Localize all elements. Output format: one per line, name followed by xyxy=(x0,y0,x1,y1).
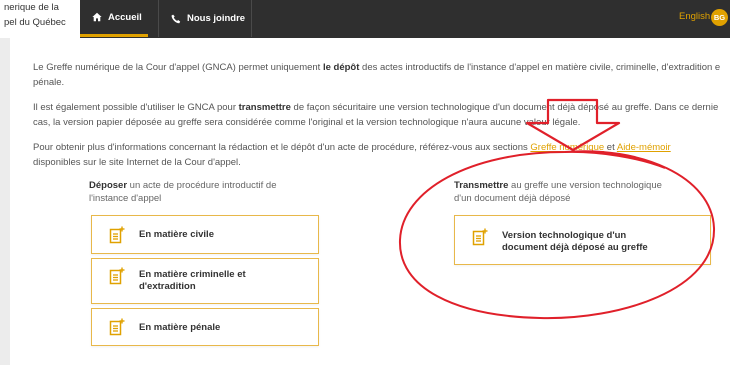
criminal-extradition-button[interactable]: En matière criminelle et d'extradition xyxy=(91,258,319,304)
language-toggle-link[interactable]: English xyxy=(679,11,710,22)
logo-text-line1: nerique de la xyxy=(4,2,59,13)
button-label: En matière pénale xyxy=(139,322,221,333)
logo-text-line2: pel du Québec xyxy=(4,17,66,28)
home-icon xyxy=(92,12,102,22)
penal-matter-button[interactable]: En matière pénale xyxy=(91,308,319,346)
transmit-paragraph: Il est également possible d'utiliser le … xyxy=(33,102,719,128)
civil-matter-button[interactable]: En matière civile xyxy=(91,215,319,254)
document-add-icon xyxy=(109,267,125,285)
user-avatar[interactable]: BG xyxy=(711,9,728,26)
transmit-section-title: Transmettre au greffe une version techno… xyxy=(454,180,662,204)
greffe-numerique-link[interactable]: Greffe numérique xyxy=(530,142,604,153)
main-content-card: Le Greffe numérique de la Cour d'appel (… xyxy=(10,38,730,365)
nav-tab-accueil[interactable]: Accueil xyxy=(80,0,148,37)
aide-memoire-link[interactable]: Aide-mémoir xyxy=(617,142,671,153)
phone-icon xyxy=(171,14,181,23)
info-paragraph: Pour obtenir plus d'informations concern… xyxy=(33,142,671,168)
document-add-icon xyxy=(109,318,125,336)
nav-tab-label: Nous joindre xyxy=(187,13,246,24)
deposit-section-title: Déposer un acte de procédure introductif… xyxy=(89,180,277,204)
nav-tab-label: Accueil xyxy=(108,11,142,23)
document-add-icon xyxy=(109,226,125,243)
intro-paragraph: Le Greffe numérique de la Cour d'appel (… xyxy=(33,62,721,88)
technological-version-button[interactable]: Version technologique d'un document déjà… xyxy=(454,215,711,265)
top-navigation-bar: nerique de la pel du Québec Accueil Nous… xyxy=(0,0,730,38)
button-label: Version technologique d'un document déjà… xyxy=(502,230,648,253)
button-label: En matière civile xyxy=(139,229,214,240)
site-logo[interactable]: nerique de la pel du Québec xyxy=(0,0,80,38)
nav-tab-nous-joindre[interactable]: Nous joindre xyxy=(158,0,252,37)
button-label: En matière criminelle et d'extradition xyxy=(139,269,246,292)
document-add-icon xyxy=(472,228,488,246)
